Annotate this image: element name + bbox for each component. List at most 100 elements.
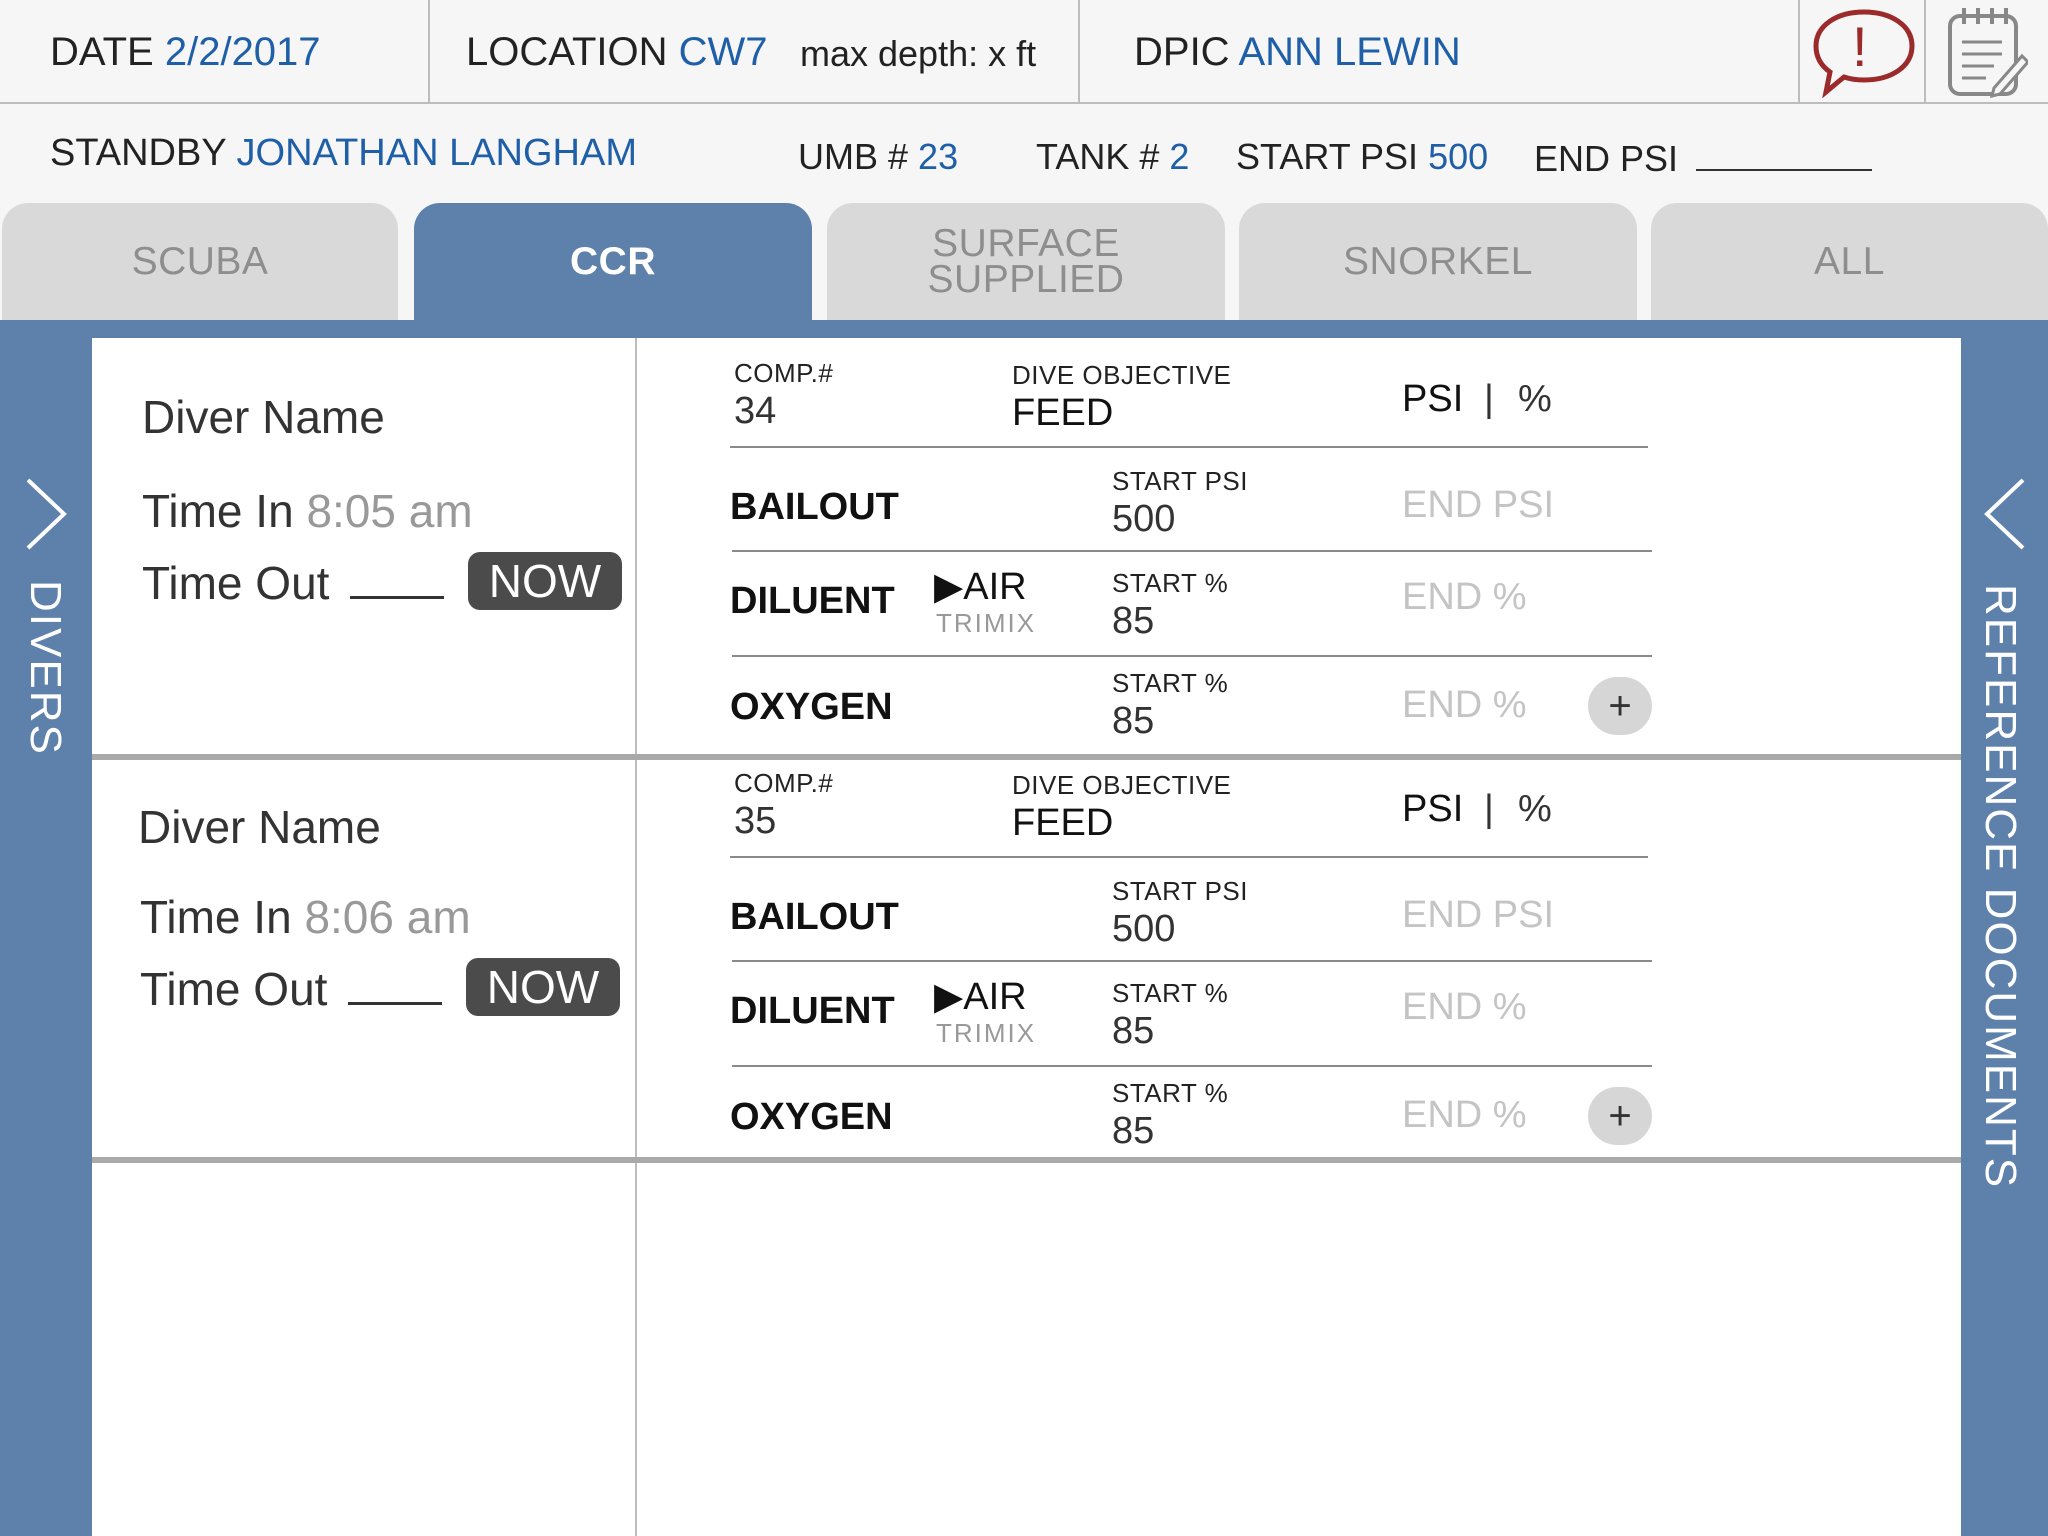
diluent-trimix-option[interactable]: TRIMIX bbox=[936, 1018, 1036, 1049]
umb-label: UMB # bbox=[798, 136, 909, 177]
unit-percent-toggle[interactable]: % bbox=[1518, 378, 1552, 421]
start-psi-value: 500 bbox=[1428, 136, 1489, 177]
location-label: LOCATION bbox=[466, 30, 668, 74]
tab-surface-supplied[interactable]: SURFACE SUPPLIED bbox=[827, 203, 1225, 320]
unit-separator: | bbox=[1484, 788, 1494, 830]
end-psi-field[interactable]: END PSI bbox=[1534, 138, 1873, 180]
standby-value: JONATHAN LANGHAM bbox=[236, 132, 637, 174]
tank-value: 2 bbox=[1169, 136, 1190, 177]
tab-ccr[interactable]: CCR bbox=[414, 203, 812, 320]
alert-cell: ! bbox=[1800, 0, 1926, 102]
unit-psi-toggle[interactable]: PSI bbox=[1402, 378, 1463, 421]
alert-glyph: ! bbox=[1852, 15, 1868, 78]
date-cell: DATE 2/2/2017 bbox=[0, 0, 430, 102]
divers-rail-label: DIVERS bbox=[21, 580, 70, 756]
comp-value[interactable]: 35 bbox=[734, 800, 776, 843]
header-bar: DATE 2/2/2017 LOCATION CW7 max depth: x … bbox=[0, 0, 2048, 104]
time-in-value[interactable]: 8:05 am bbox=[306, 485, 472, 537]
time-in-value[interactable]: 8:06 am bbox=[304, 891, 470, 943]
dpic-cell: DPIC ANN LEWIN bbox=[1080, 0, 1800, 102]
bailout-end-input[interactable]: END PSI bbox=[1402, 484, 1554, 527]
now-button[interactable]: NOW bbox=[466, 958, 620, 1016]
time-in-label: Time In bbox=[142, 485, 294, 537]
tab-surface-supplied-line2: SUPPLIED bbox=[927, 257, 1125, 301]
dive-objective-label: DIVE OBJECTIVE bbox=[1012, 360, 1232, 390]
oxygen-end-input[interactable]: END % bbox=[1402, 1094, 1527, 1137]
row-divider bbox=[732, 550, 1652, 552]
diluent-label: DILUENT bbox=[730, 580, 895, 622]
unit-psi-toggle[interactable]: PSI bbox=[1402, 788, 1463, 831]
time-out-row: Time Out bbox=[142, 556, 445, 610]
diluent-trimix-option[interactable]: TRIMIX bbox=[936, 608, 1036, 639]
standby-field[interactable]: STANDBY JONATHAN LANGHAM bbox=[50, 132, 637, 175]
start-psi-label: START PSI bbox=[1236, 136, 1419, 177]
add-row-button[interactable]: + bbox=[1588, 1087, 1652, 1145]
dive-objective-value[interactable]: FEED bbox=[1012, 802, 1113, 845]
oxygen-start-label: START % bbox=[1112, 668, 1229, 698]
divers-rail[interactable]: DIVERS bbox=[0, 338, 92, 1536]
date-field[interactable]: DATE 2/2/2017 bbox=[50, 30, 321, 75]
row-divider bbox=[732, 655, 1652, 657]
tank-field[interactable]: TANK # 2 bbox=[1036, 136, 1189, 178]
alert-speech-bubble-icon[interactable]: ! bbox=[1808, 6, 1920, 103]
diluent-air-option[interactable]: ▶AIR bbox=[934, 564, 1027, 609]
now-button[interactable]: NOW bbox=[468, 552, 622, 610]
dpic-value: ANN LEWIN bbox=[1238, 30, 1461, 74]
tab-scuba[interactable]: SCUBA bbox=[2, 203, 398, 320]
diluent-label: DILUENT bbox=[730, 990, 895, 1032]
bailout-start-label: START PSI bbox=[1112, 466, 1248, 496]
column-divider bbox=[635, 338, 637, 1536]
bailout-start-label: START PSI bbox=[1112, 876, 1248, 906]
diver-name[interactable]: Diver Name bbox=[142, 390, 385, 444]
dpic-field[interactable]: DPIC ANN LEWIN bbox=[1134, 30, 1461, 75]
diver-separator bbox=[92, 1157, 1961, 1163]
oxygen-label: OXYGEN bbox=[730, 1096, 893, 1138]
row-divider bbox=[730, 446, 1648, 448]
time-out-blank[interactable] bbox=[350, 595, 445, 599]
diluent-end-input[interactable]: END % bbox=[1402, 576, 1527, 619]
oxygen-start-value[interactable]: 85 bbox=[1112, 1110, 1154, 1153]
row-divider bbox=[732, 1065, 1652, 1067]
diluent-start-value[interactable]: 85 bbox=[1112, 600, 1154, 643]
tab-snorkel[interactable]: SNORKEL bbox=[1239, 203, 1637, 320]
location-field[interactable]: LOCATION CW7 bbox=[466, 30, 768, 75]
diluent-air-option[interactable]: ▶AIR bbox=[934, 974, 1027, 1019]
oxygen-start-value[interactable]: 85 bbox=[1112, 700, 1154, 743]
end-psi-blank[interactable] bbox=[1696, 168, 1873, 171]
bailout-start-value[interactable]: 500 bbox=[1112, 908, 1175, 951]
tank-label: TANK # bbox=[1036, 136, 1160, 177]
add-row-button[interactable]: + bbox=[1588, 677, 1652, 735]
unit-percent-toggle[interactable]: % bbox=[1518, 788, 1552, 831]
end-psi-label: END PSI bbox=[1534, 138, 1679, 179]
oxygen-start-label: START % bbox=[1112, 1078, 1229, 1108]
reference-documents-rail-label: REFERENCE DOCUMENTS bbox=[1976, 584, 2025, 1190]
tab-all[interactable]: ALL bbox=[1651, 203, 2048, 320]
diluent-start-value[interactable]: 85 bbox=[1112, 1010, 1154, 1053]
row-divider bbox=[732, 960, 1652, 962]
time-out-label: Time Out bbox=[142, 557, 330, 609]
unit-separator: | bbox=[1484, 378, 1494, 420]
start-psi-field[interactable]: START PSI 500 bbox=[1236, 136, 1488, 178]
umb-field[interactable]: UMB # 23 bbox=[798, 136, 958, 178]
time-in-row: Time In 8:05 am bbox=[142, 484, 473, 538]
bailout-end-input[interactable]: END PSI bbox=[1402, 894, 1554, 937]
diluent-end-input[interactable]: END % bbox=[1402, 986, 1527, 1029]
dive-objective-value[interactable]: FEED bbox=[1012, 392, 1113, 435]
bailout-label: BAILOUT bbox=[730, 896, 899, 938]
date-label: DATE bbox=[50, 30, 154, 74]
notepad-icon[interactable] bbox=[1944, 4, 2031, 103]
oxygen-end-input[interactable]: END % bbox=[1402, 684, 1527, 727]
comp-value[interactable]: 34 bbox=[734, 390, 776, 433]
diluent-start-label: START % bbox=[1112, 568, 1229, 598]
time-out-label: Time Out bbox=[140, 963, 328, 1015]
location-value: CW7 bbox=[678, 30, 768, 74]
tab-surface-supplied-line1: SURFACE bbox=[932, 221, 1120, 265]
row-divider bbox=[730, 856, 1648, 858]
standby-label: STANDBY bbox=[50, 132, 226, 174]
time-out-blank[interactable] bbox=[348, 1001, 443, 1005]
bailout-start-value[interactable]: 500 bbox=[1112, 498, 1175, 541]
oxygen-label: OXYGEN bbox=[730, 686, 893, 728]
dpic-label: DPIC bbox=[1134, 30, 1230, 74]
diver-name[interactable]: Diver Name bbox=[138, 800, 381, 854]
reference-documents-rail[interactable]: REFERENCE DOCUMENTS bbox=[1961, 338, 2048, 1536]
